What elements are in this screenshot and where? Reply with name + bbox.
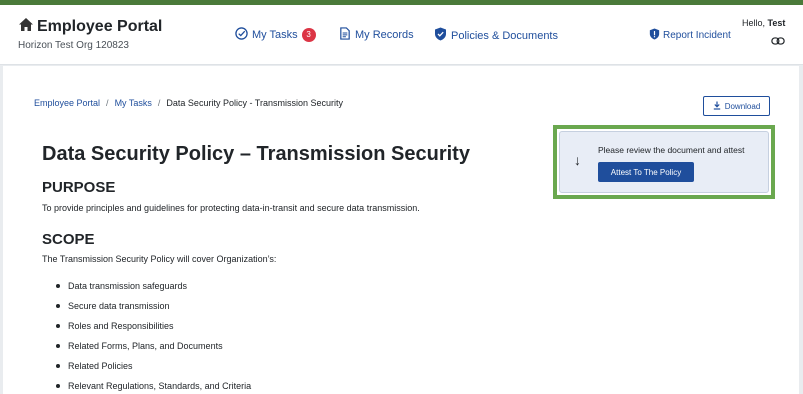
breadcrumb-separator: / [157,98,161,108]
shield-check-icon [434,27,451,44]
link-icon[interactable] [771,33,785,51]
nav-my-tasks[interactable]: My Tasks 3 [235,27,316,43]
list-item: Relevant Regulations, Standards, and Cri… [56,380,251,394]
nav-policies-documents-label: Policies & Documents [451,29,558,42]
tasks-count-badge: 3 [301,28,316,42]
greeting-text: Hello, [742,18,766,28]
breadcrumb-separator: / [106,98,109,108]
attest-panel-highlight: ↓ Please review the document and attest … [553,125,775,199]
attest-message: Please review the document and attest [598,145,745,155]
purpose-text: To provide principles and guidelines for… [42,203,420,213]
brand: Employee Portal Horizon Test Org 120823 [18,17,162,51]
check-circle-icon [235,27,252,43]
nav-my-records-label: My Records [355,29,414,41]
list-item: Secure data transmission [56,300,251,320]
scope-heading: SCOPE [42,231,95,248]
purpose-heading: PURPOSE [42,179,116,196]
list-item: Data transmission safeguards [56,280,251,300]
download-button[interactable]: Download [703,96,770,116]
breadcrumb-employee-portal[interactable]: Employee Portal [34,98,100,108]
download-icon [713,101,725,112]
brand-title: Employee Portal [37,18,163,35]
document-icon [339,27,355,43]
list-item: Related Forms, Plans, and Documents [56,340,251,360]
user-greeting: Hello, Test [742,18,785,28]
list-item: Roles and Responsibilities [56,320,251,340]
app-header: Employee Portal Horizon Test Org 120823 … [0,5,803,65]
attest-policy-button[interactable]: Attest To The Policy [598,162,694,182]
nav-my-records[interactable]: My Records [339,27,414,43]
nav-policies-documents[interactable]: Policies & Documents [434,27,558,44]
scope-text: The Transmission Security Policy will co… [42,254,277,264]
document-title: Data Security Policy – Transmission Secu… [42,143,470,165]
user-name: Test [767,18,786,28]
shield-alert-icon [649,28,663,43]
list-item: Related Policies [56,360,251,380]
download-label: Download [724,101,761,111]
attest-panel: ↓ Please review the document and attest … [559,131,769,193]
brand-link[interactable]: Employee Portal [18,17,162,37]
report-incident-label: Report Incident [663,30,731,41]
breadcrumb-my-tasks[interactable]: My Tasks [115,98,152,108]
breadcrumb: Employee Portal / My Tasks / Data Securi… [34,98,343,108]
scope-list: Data transmission safeguards Secure data… [56,280,251,394]
arrow-down-icon: ↓ [574,152,581,168]
nav-my-tasks-label: My Tasks [252,29,298,41]
org-name: Horizon Test Org 120823 [18,40,129,51]
report-incident-link[interactable]: Report Incident [649,28,731,43]
home-icon [18,17,37,37]
breadcrumb-current: Data Security Policy - Transmission Secu… [166,98,343,108]
